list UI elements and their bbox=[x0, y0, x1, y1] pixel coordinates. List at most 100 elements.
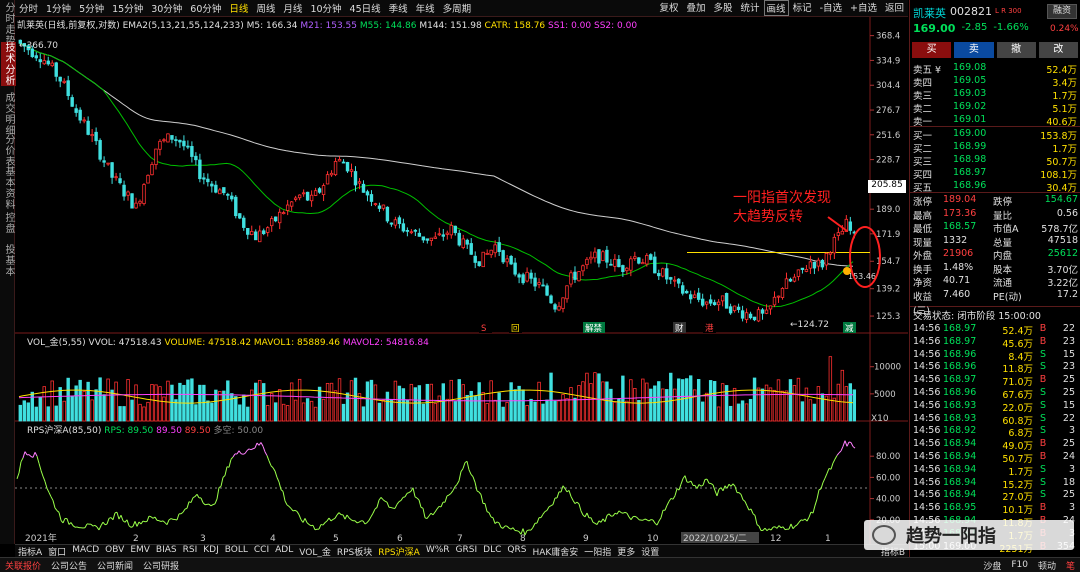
buy-button[interactable]: 买 bbox=[912, 42, 952, 58]
status-tab-3[interactable]: 公司研报 bbox=[138, 559, 184, 572]
timeframe-tab-3[interactable]: 15分钟 bbox=[108, 1, 147, 15]
status-right-0[interactable]: 沙盘 bbox=[978, 559, 1006, 572]
toolbar-item-2[interactable]: 多股 bbox=[710, 0, 737, 16]
indicator-tab-15[interactable]: GRSI bbox=[453, 545, 481, 558]
timeframe-tab-10[interactable]: 45日线 bbox=[346, 1, 385, 15]
timeframe-tab-6[interactable]: 日线 bbox=[225, 1, 252, 15]
margin-button[interactable]: 融资 bbox=[1047, 4, 1077, 19]
tick-row-13-cell-0: 14:56 bbox=[913, 489, 941, 501]
status-right-1[interactable]: F10 bbox=[1006, 560, 1033, 570]
volume-bar bbox=[828, 356, 833, 422]
toolbar-item-0[interactable]: 复权 bbox=[655, 0, 682, 16]
vtab-6[interactable]: 投基本 bbox=[1, 244, 16, 277]
indicator-tab-5[interactable]: BIAS bbox=[153, 545, 180, 558]
indicator-tab-20[interactable]: 更多 bbox=[614, 545, 638, 558]
indicator-tab-7[interactable]: KDJ bbox=[200, 545, 222, 558]
rps-line-seg bbox=[816, 489, 820, 500]
indicator-tab-19[interactable]: 一阳指 bbox=[581, 545, 614, 558]
mavol2-value: MAVOL2: 54816.84 bbox=[342, 338, 429, 348]
vtab-5[interactable]: 控盘 bbox=[1, 212, 16, 234]
buy-row-4-cell-1: 168.96 bbox=[953, 180, 987, 191]
status-right-2[interactable]: 顿动 bbox=[1033, 559, 1061, 572]
status-tab-0[interactable]: 关联报价 bbox=[0, 559, 46, 572]
indicator-tab-8[interactable]: BOLL bbox=[222, 545, 251, 558]
rps-line-seg bbox=[148, 515, 152, 518]
volume-bar bbox=[597, 373, 601, 422]
indicator-tab-0[interactable]: 指标A bbox=[15, 545, 45, 558]
indicator-tab-3[interactable]: OBV bbox=[102, 545, 127, 558]
indicator-tab-10[interactable]: ADL bbox=[272, 545, 296, 558]
indicator-tab-16[interactable]: DLC bbox=[480, 545, 504, 558]
indicator-tab-21[interactable]: 设置 bbox=[638, 545, 662, 558]
indicator-tab-11[interactable]: VOL_金 bbox=[296, 545, 334, 558]
modify-button[interactable]: 改 bbox=[1038, 42, 1078, 58]
timeframe-tab-0[interactable]: 分时 bbox=[15, 1, 42, 15]
volume-bar bbox=[154, 384, 158, 422]
candle-body bbox=[824, 252, 829, 266]
candle-body bbox=[66, 80, 70, 97]
timeframe-tab-1[interactable]: 1分钟 bbox=[42, 1, 75, 15]
indicator-tab-12[interactable]: RPS板块 bbox=[334, 545, 375, 558]
rps-line-seg bbox=[548, 505, 552, 508]
vtab-4[interactable]: 基本资料 bbox=[1, 166, 16, 210]
indicator-tab-1[interactable]: 窗口 bbox=[45, 545, 69, 558]
vtab-0[interactable]: 分时走势 bbox=[1, 2, 16, 46]
stat-row-3-cell-2: 总量 bbox=[993, 237, 1013, 249]
vtab-3[interactable]: 分价表 bbox=[1, 134, 16, 167]
tick-row-10-cell-3: B bbox=[1039, 451, 1047, 462]
timeframe-tab-12[interactable]: 年线 bbox=[412, 1, 439, 15]
stat-row-5-cell-1: 1.48% bbox=[943, 261, 974, 273]
candle-body bbox=[385, 206, 390, 222]
toolbar-item-1[interactable]: 叠加 bbox=[683, 0, 710, 16]
cancel-button[interactable]: 撤 bbox=[996, 42, 1036, 58]
vtab-2[interactable]: 成交明细 bbox=[1, 92, 16, 136]
timeframe-tab-4[interactable]: 30分钟 bbox=[147, 1, 186, 15]
toolbar-item-8[interactable]: 返回 bbox=[881, 0, 908, 16]
volume-bar bbox=[293, 399, 298, 422]
timeframe-tab-9[interactable]: 10分钟 bbox=[306, 1, 345, 15]
toolbar-item-5[interactable]: 标记 bbox=[789, 0, 816, 16]
toolbar-item-4[interactable]: 画线 bbox=[763, 0, 789, 16]
mavol1-value: MAVOL1: 85889.46 bbox=[253, 338, 340, 348]
rps-line-seg bbox=[286, 504, 290, 507]
indicator-tab-18[interactable]: HAK庸舍安 bbox=[529, 545, 581, 558]
timeframe-tab-2[interactable]: 5分钟 bbox=[75, 1, 108, 15]
indicator-tab-13[interactable]: RPS沪深A bbox=[375, 545, 423, 558]
status-tab-2[interactable]: 公司新闻 bbox=[92, 559, 138, 572]
kline-chart-area[interactable]: 368.4334.9304.4276.7251.6228.7208.0189.0… bbox=[15, 17, 908, 544]
rps-line-seg bbox=[200, 497, 204, 503]
timeframe-tab-8[interactable]: 月线 bbox=[279, 1, 306, 15]
rps-line-seg bbox=[476, 490, 480, 493]
candle-body bbox=[653, 256, 657, 274]
timeframe-tab-5[interactable]: 60分钟 bbox=[186, 1, 225, 15]
rps-line-seg bbox=[314, 528, 318, 531]
indicator-tab-17[interactable]: QRS bbox=[504, 545, 529, 558]
timeframe-tab-7[interactable]: 周线 bbox=[252, 1, 279, 15]
tick-row-11-cell-3: S bbox=[1039, 463, 1047, 475]
status-tab-1[interactable]: 公司公告 bbox=[46, 559, 92, 572]
volume-bar bbox=[505, 401, 509, 422]
rps-line-seg bbox=[826, 468, 830, 474]
rps-line-seg bbox=[746, 505, 750, 511]
indicator-tab-9[interactable]: CCI bbox=[251, 545, 272, 558]
timeframe-tab-11[interactable]: 季线 bbox=[385, 1, 412, 15]
candle-body bbox=[673, 279, 677, 282]
timeframe-tab-13[interactable]: 多周期 bbox=[439, 1, 476, 15]
rps-line-seg bbox=[532, 523, 536, 528]
panel-bottom-tab[interactable]: 笔 bbox=[1061, 559, 1080, 572]
toolbar-item-6[interactable]: -自选 bbox=[816, 0, 846, 16]
sell-button[interactable]: 卖 bbox=[954, 42, 994, 58]
chart-svg[interactable]: 368.4334.9304.4276.7251.6228.7208.0189.0… bbox=[15, 17, 908, 544]
vtab-1[interactable]: 技术分析 bbox=[1, 42, 16, 86]
tick-row-13-cell-3: S bbox=[1039, 489, 1047, 501]
toolbar-item-3[interactable]: 统计 bbox=[737, 0, 764, 16]
indicator-tab-6[interactable]: RSI bbox=[180, 545, 201, 558]
indicator-tab-2[interactable]: MACD bbox=[69, 545, 102, 558]
candle-body bbox=[413, 229, 418, 232]
volume-bar bbox=[178, 382, 182, 422]
indicator-tab-4[interactable]: EMV bbox=[127, 545, 153, 558]
rps-line-seg bbox=[468, 469, 472, 475]
indicator-tab-14[interactable]: W%R bbox=[423, 545, 453, 558]
indicator-list: 指标A 窗口 MACD OBV EMV BIAS RSI KDJ BOLL CCI ADL VOL_金… bbox=[15, 545, 662, 558]
toolbar-item-7[interactable]: +自选 bbox=[846, 0, 881, 16]
